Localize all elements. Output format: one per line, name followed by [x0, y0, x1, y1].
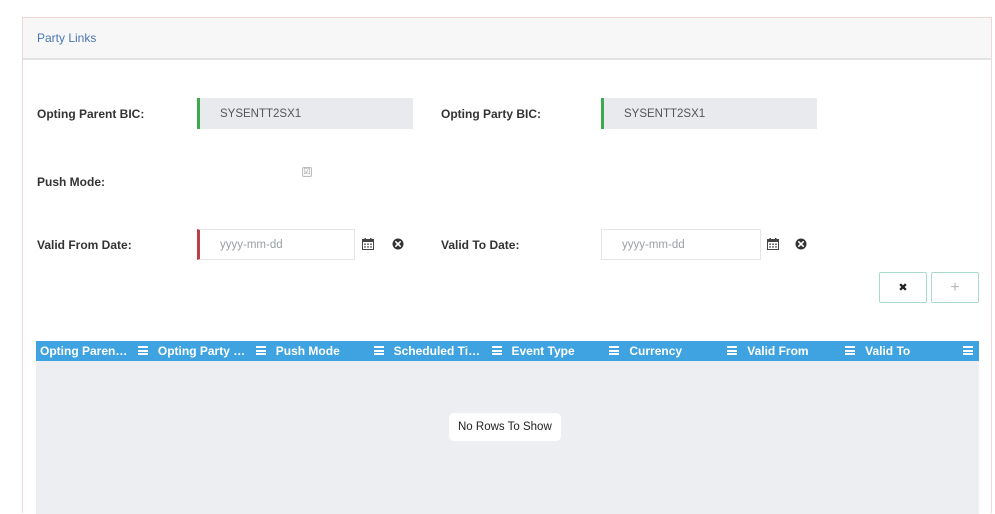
column-menu-icon[interactable] [609, 346, 620, 355]
column-menu-icon[interactable] [727, 346, 738, 355]
column-menu-icon[interactable] [963, 346, 973, 355]
valid-to-date-placeholder: yyyy-mm-dd [622, 238, 685, 251]
add-button[interactable]: + [931, 272, 979, 303]
grid-header: Opting Paren… Opting Party … Push Mode S… [36, 341, 979, 361]
column-header-scheduled-time[interactable]: Scheduled Ti… [390, 341, 508, 361]
calendar-icon [362, 238, 374, 250]
push-mode-checkbox[interactable]: ☑ [302, 167, 312, 177]
column-header-valid-from[interactable]: Valid From [743, 341, 861, 361]
opting-party-bic-label: Opting Party BIC: [441, 107, 542, 121]
column-title: Opting Paren… [40, 344, 128, 358]
column-header-currency[interactable]: Currency [625, 341, 743, 361]
column-title: Opting Party … [157, 344, 246, 358]
column-title: Valid From [747, 344, 809, 358]
calendar-icon [767, 238, 779, 250]
valid-from-date-label: Valid From Date: [37, 238, 132, 252]
column-title: Scheduled Ti… [393, 344, 481, 358]
clear-circle-icon [392, 238, 404, 250]
plus-icon: + [950, 278, 960, 296]
opting-parent-bic-value: SYSENTT2SX1 [220, 107, 302, 120]
cancel-button[interactable]: ✖ [879, 272, 927, 303]
column-menu-icon[interactable] [373, 346, 384, 355]
column-header-opting-parent[interactable]: Opting Paren… [36, 341, 154, 361]
column-header-push-mode[interactable]: Push Mode [272, 341, 390, 361]
column-menu-icon[interactable] [845, 346, 856, 355]
column-title: Event Type [511, 344, 575, 358]
column-menu-icon[interactable] [491, 346, 502, 355]
column-title: Push Mode [275, 344, 340, 358]
column-title: Currency [629, 344, 683, 358]
opting-party-bic-field[interactable]: SYSENTT2SX1 [601, 98, 817, 129]
panel-title[interactable]: Party Links [37, 31, 96, 45]
opting-parent-bic-field[interactable]: SYSENTT2SX1 [197, 98, 413, 129]
column-header-event-type[interactable]: Event Type [508, 341, 626, 361]
opting-parent-bic-label: Opting Parent BIC: [37, 107, 145, 121]
valid-to-date-label: Valid To Date: [441, 238, 520, 252]
valid-to-clear-button[interactable] [790, 233, 812, 255]
valid-from-calendar-button[interactable] [357, 233, 379, 255]
empty-grid-message: No Rows To Show [449, 413, 561, 441]
valid-from-clear-button[interactable] [387, 233, 409, 255]
party-links-panel: Party Links Opting Parent BIC: SYSENTT2S… [22, 17, 992, 514]
column-header-valid-to[interactable]: Valid To [861, 341, 979, 361]
valid-from-date-placeholder: yyyy-mm-dd [220, 238, 283, 251]
opting-party-bic-value: SYSENTT2SX1 [624, 107, 706, 120]
column-menu-icon[interactable] [255, 346, 266, 355]
column-header-opting-party[interactable]: Opting Party … [154, 341, 272, 361]
close-icon: ✖ [898, 282, 908, 294]
column-title: Valid To [865, 344, 911, 358]
clear-circle-icon [795, 238, 807, 250]
valid-to-calendar-button[interactable] [762, 233, 784, 255]
valid-from-date-input[interactable]: yyyy-mm-dd [197, 229, 355, 260]
push-mode-label: Push Mode: [37, 175, 105, 189]
column-menu-icon[interactable] [137, 346, 148, 355]
panel-header: Party Links [23, 18, 991, 60]
party-links-grid: Opting Paren… Opting Party … Push Mode S… [36, 341, 979, 514]
valid-to-date-input[interactable]: yyyy-mm-dd [601, 229, 761, 260]
